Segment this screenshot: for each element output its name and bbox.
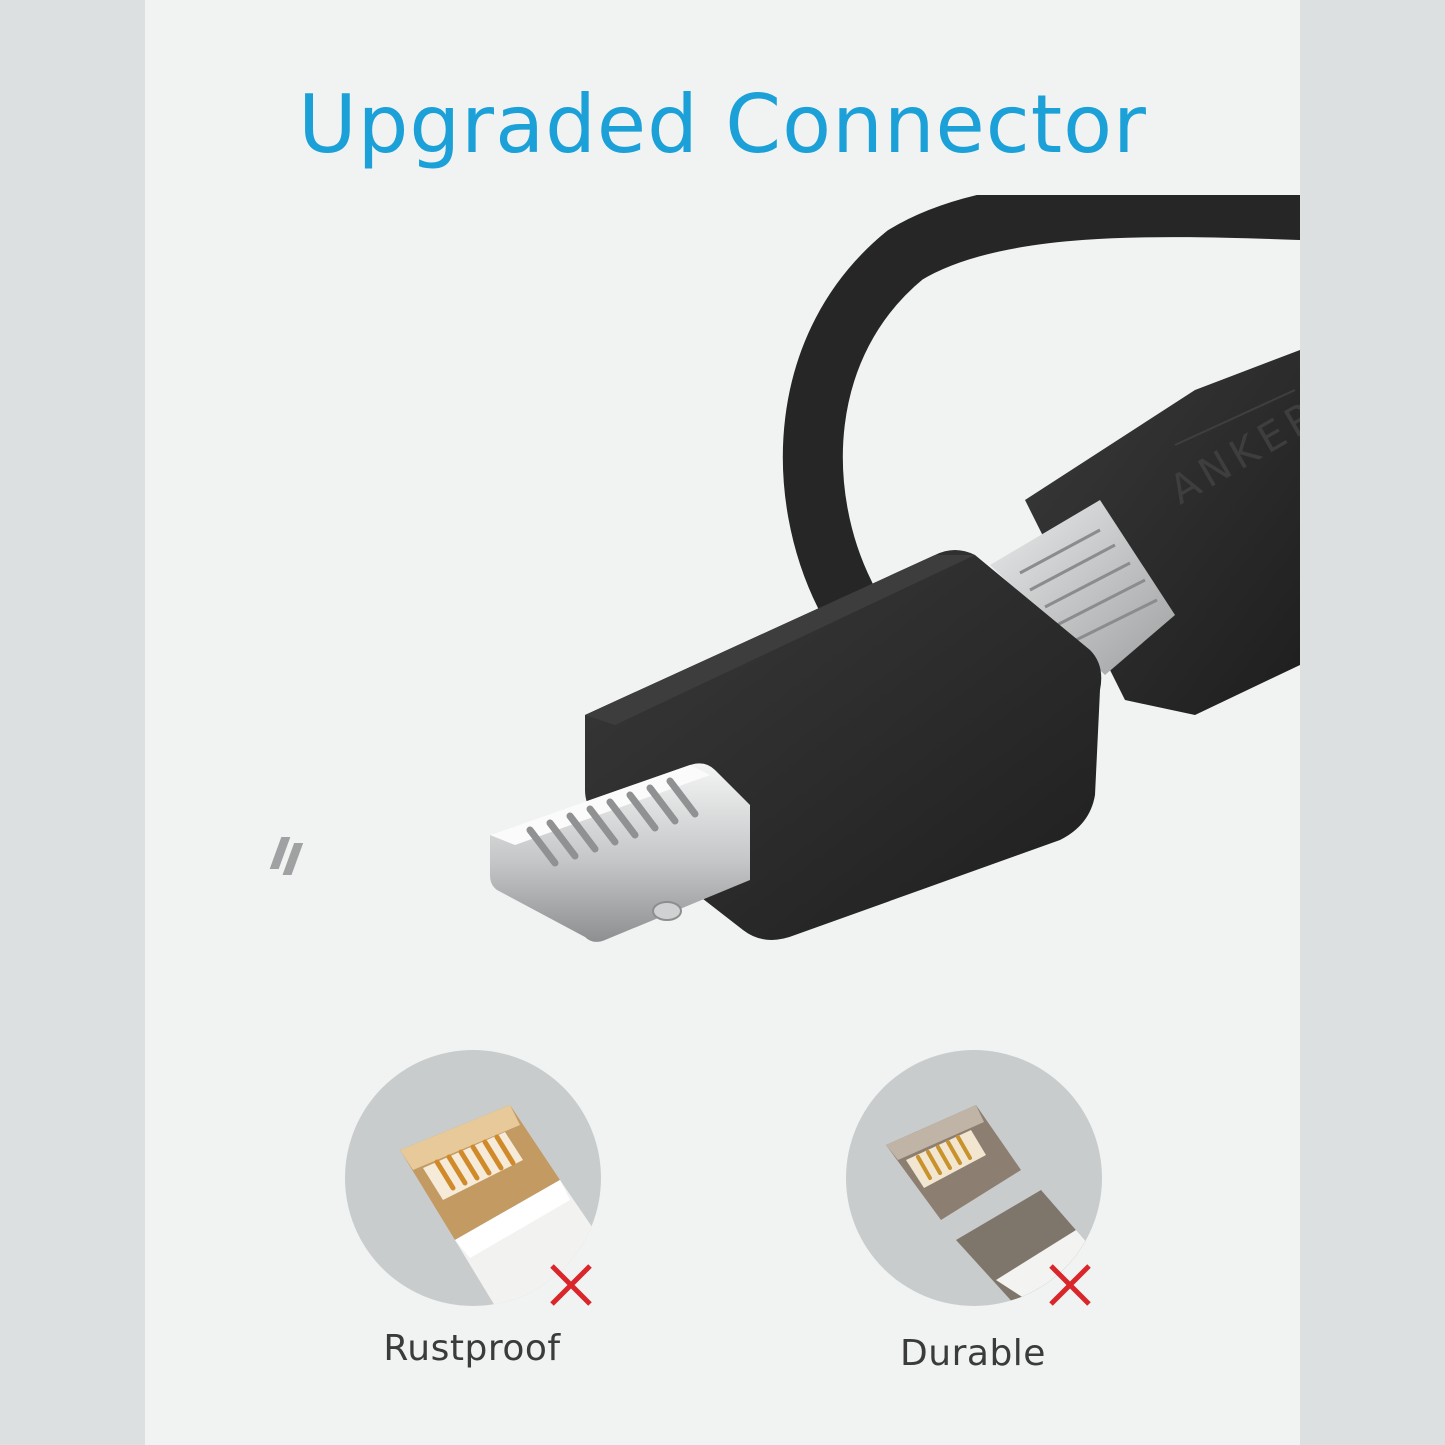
rustproof-cross-icon: [550, 1264, 592, 1306]
cable-illustration: ANKER: [269, 195, 1300, 942]
rustproof-label: Rustproof: [383, 1328, 561, 1369]
lightning-contacts: [269, 837, 304, 875]
page-title: Upgraded Connector: [298, 78, 1147, 171]
durable-cross-icon: [1049, 1264, 1091, 1306]
durable-label: Durable: [900, 1333, 1046, 1374]
